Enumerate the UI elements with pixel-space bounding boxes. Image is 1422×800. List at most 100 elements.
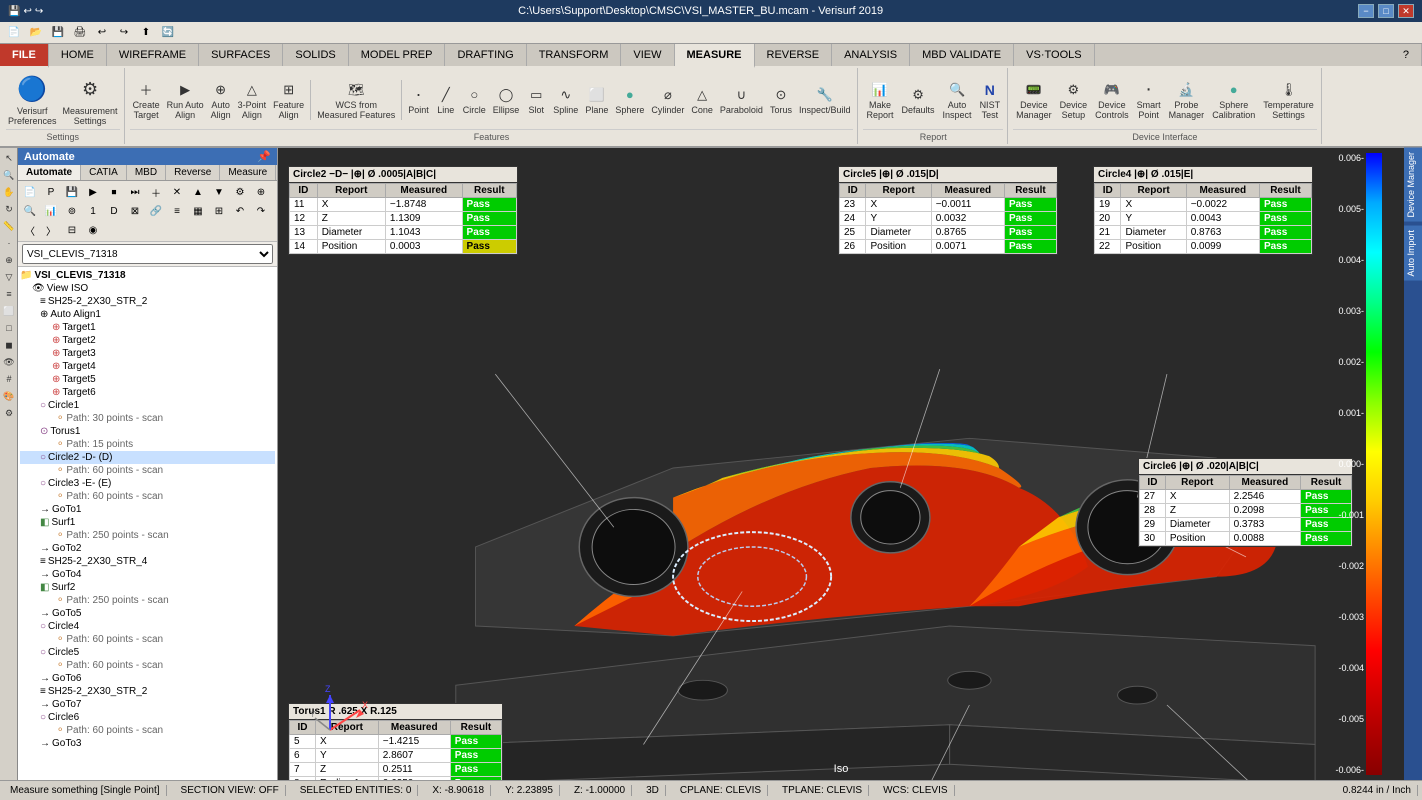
sb-more3[interactable]: 📊 (41, 202, 61, 220)
line-btn[interactable]: ╱ Line (433, 84, 459, 116)
print-btn[interactable]: 🖨 (70, 24, 90, 42)
sb-settings[interactable]: ⚙ (230, 183, 250, 201)
help-btn[interactable]: ? (1391, 44, 1422, 66)
sb-r2-13[interactable]: ⊟ (62, 221, 82, 239)
new-btn[interactable]: 📄 (4, 24, 24, 42)
tree-item-root[interactable]: 📁 VSI_CLEVIS_71318 (20, 269, 275, 282)
tree-item-circle1-path[interactable]: ⚬ Path: 30 points - scan (20, 412, 275, 425)
tree-item-torus1[interactable]: ⊙ Torus1 (20, 425, 275, 438)
sb-r2-7[interactable]: ▦ (188, 202, 208, 220)
device-controls-btn[interactable]: 🎮 Device Controls (1092, 79, 1132, 121)
tree-item-goto4[interactable]: → GoTo4 (20, 568, 275, 581)
tree-item-circle1[interactable]: ○ Circle1 (20, 399, 275, 412)
sb-r2-8[interactable]: ⊞ (209, 202, 229, 220)
wcs-from-measured-btn[interactable]: 🗺 WCS from Measured Features (314, 79, 398, 121)
sb-r2-3[interactable]: D (104, 202, 124, 220)
tab-measure-side[interactable]: Measure (220, 165, 276, 180)
tab-reverse-side[interactable]: Reverse (166, 165, 220, 180)
tree-item-circle6-path[interactable]: ⚬ Path: 60 points - scan (20, 724, 275, 737)
tree-item-sh25-str4[interactable]: ≡ SH25-2_2X30_STR_4 (20, 555, 275, 568)
tree-item-sh25-str2b[interactable]: ≡ SH25-2_2X30_STR_2 (20, 685, 275, 698)
tree-item-surf2-path[interactable]: ⚬ Path: 250 points - scan (20, 594, 275, 607)
auto-inspect-btn[interactable]: 🔍 Auto Inspect (940, 79, 975, 121)
cylinder-btn[interactable]: ⌀ Cylinder (648, 84, 687, 116)
tree-item-circle6[interactable]: ○ Circle6 (20, 711, 275, 724)
grid-icon[interactable]: # (1, 371, 17, 387)
zoom-tool[interactable]: 🔍 (1, 167, 17, 183)
auto-import-tab[interactable]: Auto Import (1404, 226, 1422, 281)
defaults-btn[interactable]: ⚙ Defaults (899, 84, 938, 116)
point-snap[interactable]: · (1, 235, 17, 251)
cone-btn[interactable]: △ Cone (688, 84, 716, 116)
tab-view[interactable]: VIEW (621, 44, 674, 66)
regen-btn[interactable]: 🔄 (158, 24, 178, 42)
shading-icon[interactable]: ◼ (1, 337, 17, 353)
sb-delete[interactable]: ✕ (167, 183, 187, 201)
tab-model-prep[interactable]: MODEL PREP (349, 44, 446, 66)
tree-item-circle3-path[interactable]: ⚬ Path: 60 points - scan (20, 490, 275, 503)
settings-tool[interactable]: ⚙ (1, 405, 17, 421)
tree-item-surf2[interactable]: ◧ Surf2 (20, 581, 275, 594)
view-icon[interactable]: 👁 (1, 354, 17, 370)
probe-manager-btn[interactable]: 🔬 Probe Manager (1166, 79, 1208, 121)
tab-solids[interactable]: SOLIDS (283, 44, 348, 66)
undo-icon[interactable]: ↩ (23, 6, 31, 17)
tree-panel[interactable]: 📁 VSI_CLEVIS_71318 👁 View ISO ≡ SH25-2_2… (18, 267, 277, 780)
sb-open[interactable]: P (41, 183, 61, 201)
tree-item-view-iso[interactable]: 👁 View ISO (20, 282, 275, 295)
save-icon[interactable]: 💾 (8, 6, 20, 17)
pin-icon[interactable]: 📌 (257, 150, 271, 163)
measurement-settings-btn[interactable]: ⚙ Measurement Settings (61, 72, 120, 128)
tree-item-circle4-path[interactable]: ⚬ Path: 60 points - scan (20, 633, 275, 646)
tree-item-target1[interactable]: ⊕ Target1 (20, 321, 275, 334)
slot-btn[interactable]: ▭ Slot (523, 84, 549, 116)
tree-item-goto5[interactable]: → GoTo5 (20, 607, 275, 620)
redo-icon[interactable]: ↪ (35, 6, 43, 17)
tree-item-goto7[interactable]: → GoTo7 (20, 698, 275, 711)
tab-automate[interactable]: Automate (18, 165, 81, 180)
sb-down[interactable]: ▼ (209, 183, 229, 201)
tree-item-surf1-path[interactable]: ⚬ Path: 250 points - scan (20, 529, 275, 542)
temp-settings-btn[interactable]: 🌡 Temperature Settings (1260, 79, 1317, 121)
tab-catia[interactable]: CATIA (81, 165, 127, 180)
measure-tool[interactable]: 📏 (1, 218, 17, 234)
sphere-calib-btn[interactable]: ● Sphere Calibration (1209, 79, 1258, 121)
sb-r2-10[interactable]: ↷ (251, 202, 271, 220)
tree-item-circle3[interactable]: ○ Circle3 -E- (E) (20, 477, 275, 490)
color-icon[interactable]: 🎨 (1, 388, 17, 404)
plane-btn[interactable]: ⬜ Plane (582, 84, 611, 116)
tab-analysis[interactable]: ANALYSIS (832, 44, 910, 66)
tab-vstools[interactable]: VS·TOOLS (1014, 44, 1094, 66)
layer-icon[interactable]: ≡ (1, 286, 17, 302)
tree-item-circle5[interactable]: ○ Circle5 (20, 646, 275, 659)
tree-item-circle5-path[interactable]: ⚬ Path: 60 points - scan (20, 659, 275, 672)
maximize-button[interactable]: □ (1378, 4, 1394, 18)
tree-selector[interactable]: VSI_CLEVIS_71318 (22, 244, 273, 264)
auto-align-btn[interactable]: ⊕ Auto Align (208, 79, 234, 121)
sb-step[interactable]: ⏭ (125, 183, 145, 201)
sb-more1[interactable]: ⊕ (251, 183, 271, 201)
tree-item-target6[interactable]: ⊕ Target6 (20, 386, 275, 399)
tree-item-circle2-path[interactable]: ⚬ Path: 60 points - scan (20, 464, 275, 477)
select-btn[interactable]: ⬆ (136, 24, 156, 42)
sb-r2-2[interactable]: 1 (83, 202, 103, 220)
tab-file[interactable]: FILE (0, 44, 49, 68)
tree-item-target2[interactable]: ⊕ Target2 (20, 334, 275, 347)
smart-point-btn[interactable]: · Smart Point (1134, 79, 1164, 121)
tab-mbd-validate[interactable]: MBD VALIDATE (910, 44, 1014, 66)
select-tool[interactable]: ↖ (1, 150, 17, 166)
sphere-btn[interactable]: ● Sphere (612, 84, 647, 116)
paraboloid-btn[interactable]: ∪ Paraboloid (717, 84, 766, 116)
open-btn[interactable]: 📂 (26, 24, 46, 42)
make-report-btn[interactable]: 📊 Make Report (863, 79, 896, 121)
sb-r2-6[interactable]: ≡ (167, 202, 187, 220)
tab-reverse[interactable]: REVERSE (755, 44, 833, 66)
tab-transform[interactable]: TRANSFORM (527, 44, 622, 66)
save-btn[interactable]: 💾 (48, 24, 68, 42)
sb-run[interactable]: ▶ (83, 183, 103, 201)
pan-tool[interactable]: ✋ (1, 184, 17, 200)
sb-r2-12[interactable]: 〉 (41, 221, 61, 239)
filter-icon[interactable]: ▽ (1, 269, 17, 285)
tree-item-circle2[interactable]: ○ Circle2 -D- (D) (20, 451, 275, 464)
tab-drafting[interactable]: DRAFTING (445, 44, 526, 66)
